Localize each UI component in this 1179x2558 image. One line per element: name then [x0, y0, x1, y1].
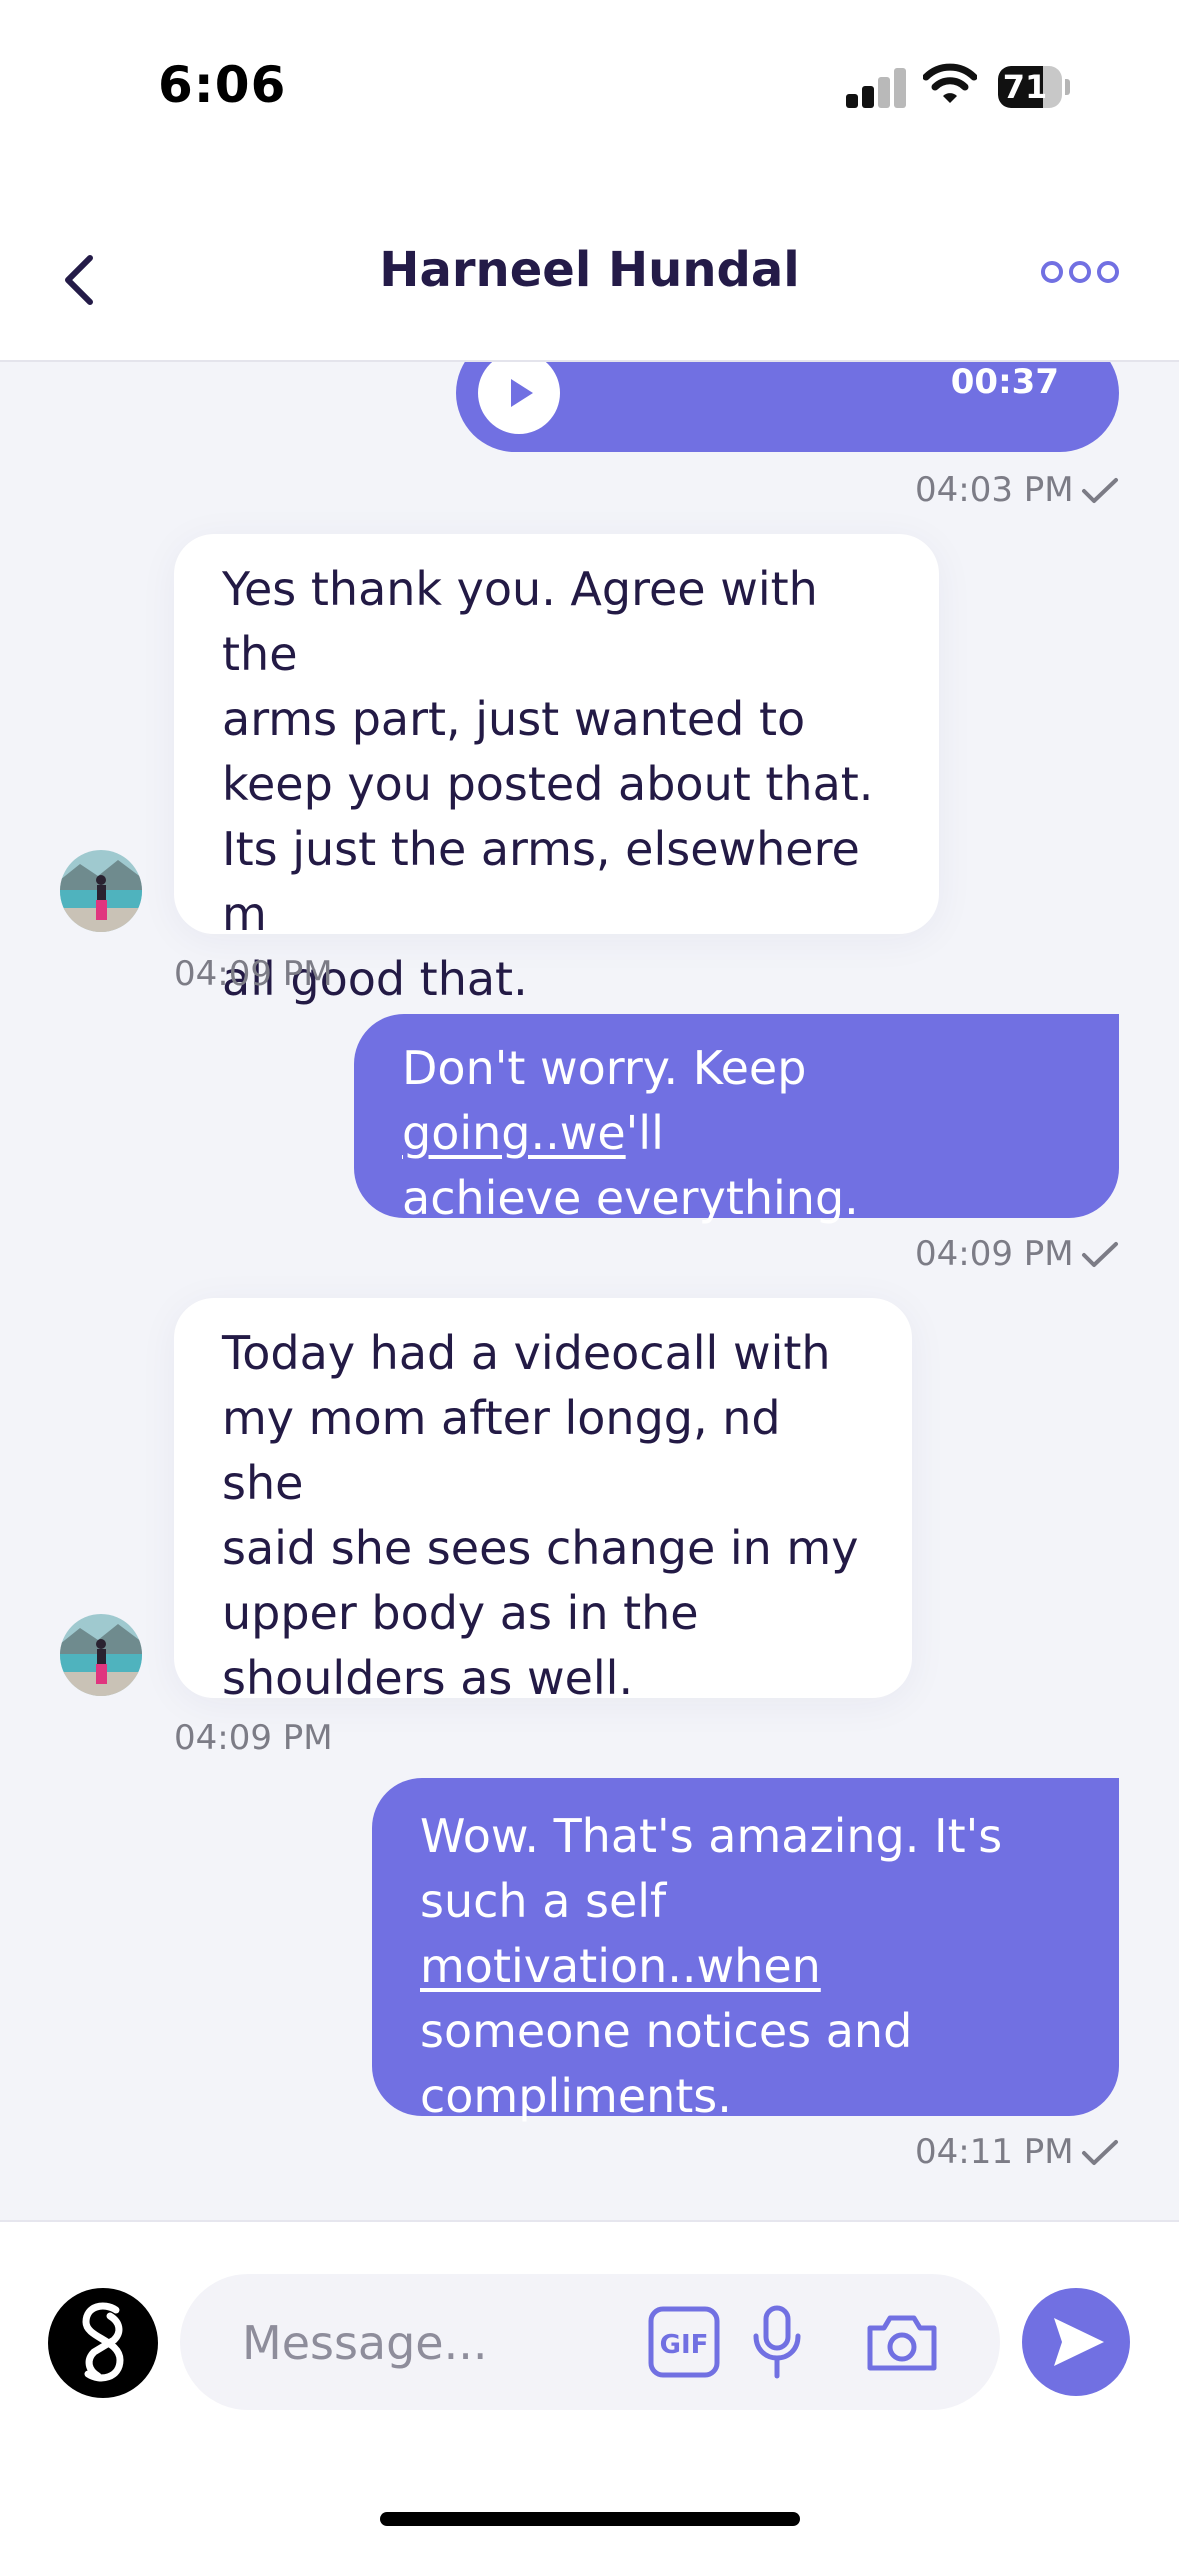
sent-message-bubble[interactable]: Wow. That's amazing. It's such a self mo…	[372, 1778, 1119, 2123]
message-composer: GIF	[0, 2220, 1179, 2558]
cellular-signal-icon	[846, 68, 906, 108]
sent-check-icon	[1082, 2140, 1118, 2165]
gif-label: GIF	[660, 2330, 709, 2360]
back-button[interactable]	[50, 240, 110, 320]
status-time: 6:06	[158, 56, 287, 114]
chat-header: Harneel Hundal	[0, 200, 1179, 362]
message-time: 04:09 PM	[174, 1718, 333, 1758]
message-time: 04:11 PM	[915, 2132, 1074, 2172]
message-time: 04:09 PM	[174, 954, 333, 994]
contact-name: Harneel Hundal	[379, 242, 800, 298]
battery-level: 71	[1002, 68, 1048, 106]
microphone-button[interactable]	[750, 2304, 804, 2380]
send-icon	[1054, 2318, 1104, 2366]
message-line: Today had a videocall with	[222, 1326, 831, 1380]
sent-check-icon	[1082, 478, 1118, 503]
message-input[interactable]	[240, 2274, 604, 2412]
message-line: Yes thank you. Agree with the	[222, 562, 818, 681]
sent-message-bubble[interactable]: Don't worry. Keep going..we'll achieve e…	[354, 1014, 1119, 1225]
send-button[interactable]	[1022, 2288, 1130, 2396]
contact-avatar[interactable]	[60, 1614, 142, 1696]
message-time: 04:09 PM	[915, 1234, 1074, 1274]
camera-button[interactable]	[864, 2306, 940, 2378]
message-line: achieve everything.	[402, 1171, 859, 1225]
home-indicator	[380, 2512, 800, 2526]
battery-icon: 71	[998, 66, 1070, 108]
message-line: compliments.	[420, 2069, 732, 2123]
app-logo-button[interactable]	[48, 2288, 158, 2398]
message-line: my mom after longg, nd she	[222, 1391, 781, 1510]
sent-check-icon	[1082, 1242, 1118, 1267]
message-link[interactable]: motivation..when	[420, 1939, 821, 1993]
message-input-container: GIF	[180, 2274, 1000, 2412]
message-line: Don't worry. Keep going..we'll	[402, 1041, 807, 1160]
play-audio-button[interactable]	[478, 362, 560, 434]
message-line: keep you posted about that.	[222, 757, 874, 811]
message-time: 04:03 PM	[915, 470, 1074, 510]
audio-duration: 00:37	[950, 362, 1059, 402]
message-list[interactable]: 00:37 04:03 PM Yes thank you. Agree with…	[0, 362, 1179, 2220]
message-line: someone notices and	[420, 2004, 913, 2058]
audio-message[interactable]: 00:37	[456, 362, 1119, 452]
message-line: Wow. That's amazing. It's	[420, 1809, 1003, 1863]
more-options-button[interactable]	[1040, 252, 1120, 292]
message-link[interactable]: going..we	[402, 1106, 626, 1160]
avatar-photo	[60, 1614, 142, 1696]
received-message-bubble[interactable]: Yes thank you. Agree with the arms part,…	[174, 534, 939, 1006]
message-line: upper body as in the	[222, 1586, 699, 1640]
status-bar: 6:06 71	[0, 0, 1179, 200]
received-message-bubble[interactable]: Today had a videocall with my mom after …	[174, 1298, 912, 1705]
message-line: such a self motivation..when	[420, 1874, 821, 1993]
contact-avatar[interactable]	[60, 850, 142, 932]
play-icon	[511, 379, 533, 407]
message-line: arms part, just wanted to	[222, 692, 806, 746]
gif-button[interactable]: GIF	[648, 2306, 720, 2378]
avatar-photo	[60, 850, 142, 932]
app-logo-icon	[82, 2302, 124, 2382]
message-line: said she sees change in my	[222, 1521, 859, 1575]
wifi-icon	[923, 63, 977, 103]
message-line: Its just the arms, elsewhere m	[222, 822, 860, 941]
message-line: shoulders as well.	[222, 1651, 634, 1705]
